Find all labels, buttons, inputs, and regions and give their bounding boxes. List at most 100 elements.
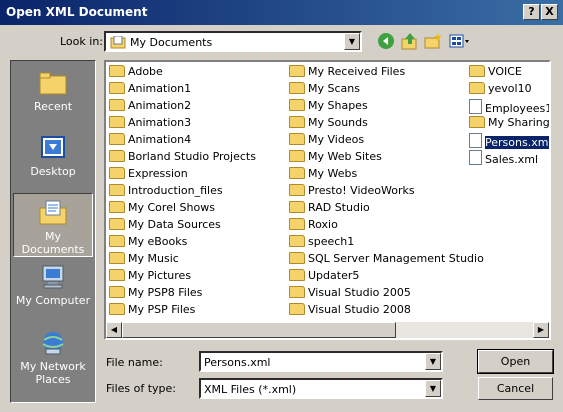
list-item-label: SQL Server Management Studio	[308, 252, 484, 265]
list-item-label: Animation3	[128, 116, 192, 129]
list-item[interactable]: My Scans	[289, 82, 484, 99]
list-item[interactable]: Presto! VideoWorks	[289, 184, 484, 201]
new-folder-icon[interactable]	[423, 32, 443, 52]
folder-icon	[109, 286, 125, 298]
back-icon[interactable]	[376, 32, 396, 52]
list-item[interactable]: Persons.xml	[469, 133, 549, 150]
folder-icon	[109, 116, 125, 128]
folder-icon	[109, 201, 125, 213]
list-item[interactable]: VOICE	[469, 65, 549, 82]
place-my-network-places[interactable]: My Network Places	[13, 324, 93, 394]
place-my-documents[interactable]: My Documents	[13, 193, 93, 257]
folder-icon	[289, 303, 305, 315]
cancel-button[interactable]: Cancel	[478, 377, 553, 400]
list-item[interactable]: My Pictures	[109, 269, 256, 286]
list-item[interactable]: RAD Studio	[289, 201, 484, 218]
my-documents-icon	[39, 200, 67, 225]
folder-icon	[109, 150, 125, 162]
place-recent[interactable]: Recent	[13, 64, 93, 128]
list-item[interactable]: yevol10	[469, 82, 549, 99]
filename-field[interactable]: Persons.xml ▼	[199, 351, 443, 372]
my-computer-icon	[42, 265, 64, 289]
list-item[interactable]: My Web Sites	[289, 150, 484, 167]
filename-label: File name:	[106, 356, 163, 369]
close-button[interactable]: X	[541, 4, 558, 20]
list-item[interactable]: Animation2	[109, 99, 256, 116]
list-item-label: Visual Studio 2005	[308, 286, 411, 299]
places-bar: Recent Desktop My Documents My Computer …	[10, 60, 96, 403]
place-desktop[interactable]: Desktop	[13, 129, 93, 193]
list-item-label: Borland Studio Projects	[128, 150, 256, 163]
list-item[interactable]: Sales.xml	[469, 150, 549, 167]
folder-icon	[109, 235, 125, 247]
list-item[interactable]: Updater5	[289, 269, 484, 286]
list-item[interactable]: SQL Server Management Studio	[289, 252, 484, 269]
list-item-label: RAD Studio	[308, 201, 370, 214]
list-item[interactable]: speech1	[289, 235, 484, 252]
list-item[interactable]: My Sharing Fo	[469, 116, 550, 133]
list-item[interactable]: Roxio	[289, 218, 484, 235]
list-item[interactable]: Employees1.xml	[469, 99, 549, 116]
folder-icon	[289, 235, 305, 247]
list-item[interactable]: Adobe	[109, 65, 256, 82]
list-item[interactable]: My Data Sources	[109, 218, 256, 235]
list-item-label: My Web Sites	[308, 150, 382, 163]
folder-icon	[289, 82, 305, 94]
chevron-down-icon[interactable]: ▼	[425, 353, 441, 370]
list-item[interactable]: My Corel Shows	[109, 201, 256, 218]
filetype-select[interactable]: XML Files (*.xml) ▼	[199, 378, 443, 399]
list-item[interactable]: Visual Studio 2008	[289, 303, 484, 320]
horizontal-scrollbar[interactable]: ◀ ▶	[106, 322, 549, 338]
list-item-label: Roxio	[308, 218, 338, 231]
lookin-label: Look in:	[60, 35, 103, 48]
folder-icon	[289, 133, 305, 145]
list-item[interactable]: My Received Files	[289, 65, 484, 82]
list-item[interactable]: My Shapes	[289, 99, 484, 116]
list-item[interactable]: My PSP8 Files	[109, 286, 256, 303]
window-title: Open XML Document	[6, 5, 148, 19]
list-item[interactable]: My Music	[109, 252, 256, 269]
list-item[interactable]: Borland Studio Projects	[109, 150, 256, 167]
up-folder-icon[interactable]	[400, 32, 420, 52]
list-item[interactable]: My eBooks	[109, 235, 256, 252]
chevron-down-icon[interactable]: ▼	[425, 380, 441, 397]
lookin-combo[interactable]: My Documents ▼	[104, 31, 362, 52]
list-item[interactable]: My Videos	[289, 133, 484, 150]
list-item-label: My eBooks	[128, 235, 188, 248]
folder-icon	[109, 82, 125, 94]
scroll-right-icon[interactable]: ▶	[533, 322, 549, 338]
file-list[interactable]: Adobe Animation1 Animation2 Animation3 Anima…	[104, 60, 551, 340]
list-item-label: My Webs	[308, 167, 358, 180]
list-item[interactable]: My PSP Files	[109, 303, 256, 320]
list-item-label: My Received Files	[308, 65, 406, 78]
folder-icon	[289, 65, 305, 77]
scroll-left-icon[interactable]: ◀	[106, 322, 122, 338]
list-item[interactable]: Visual Studio 2005	[289, 286, 484, 303]
list-item-label: My Scans	[308, 82, 360, 95]
folder-icon	[289, 167, 305, 179]
list-item[interactable]: Introduction_files	[109, 184, 256, 201]
list-item-label: My Sharing Fo	[488, 116, 550, 129]
scroll-thumb[interactable]	[122, 322, 396, 338]
list-item[interactable]: My Sounds	[289, 116, 484, 133]
list-item[interactable]: Animation1	[109, 82, 256, 99]
folder-icon	[289, 116, 305, 128]
list-item[interactable]: Expression	[109, 167, 256, 184]
chevron-down-icon[interactable]: ▼	[344, 33, 360, 50]
folder-icon	[289, 269, 305, 281]
list-item-label: Adobe	[128, 65, 163, 78]
place-my-computer[interactable]: My Computer	[13, 258, 93, 322]
list-item[interactable]: Animation4	[109, 133, 256, 150]
list-item[interactable]: Animation3	[109, 116, 256, 133]
view-menu-icon[interactable]	[448, 32, 472, 52]
folder-icon	[109, 133, 125, 145]
folder-icon	[289, 218, 305, 230]
network-places-icon	[42, 332, 64, 355]
list-item-label: My PSP8 Files	[128, 286, 203, 299]
help-button[interactable]: ?	[523, 4, 540, 20]
list-item-label: Animation4	[128, 133, 192, 146]
title-bar: Open XML Document ? X	[0, 0, 563, 25]
place-label: My Network Places	[20, 360, 86, 386]
list-item[interactable]: My Webs	[289, 167, 484, 184]
open-button[interactable]: Open	[477, 349, 554, 374]
